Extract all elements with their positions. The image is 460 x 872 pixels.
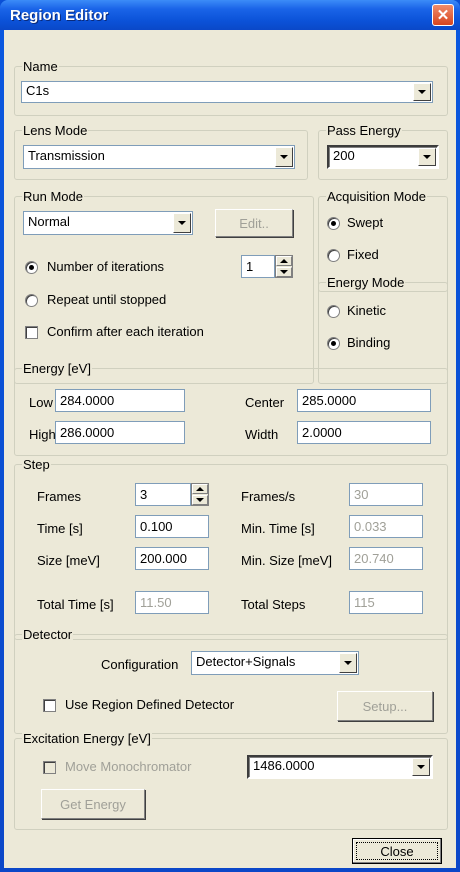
pass-energy-group: Pass Energy 200 — [318, 123, 448, 180]
step-group-label: Step — [22, 457, 51, 472]
edit-button[interactable]: Edit.. — [215, 209, 293, 237]
fps-label: Frames/s — [241, 489, 296, 504]
use-region-detector-checkbox[interactable] — [43, 699, 56, 712]
spin-up-icon[interactable] — [192, 484, 208, 494]
run-mode-label: Run Mode — [22, 189, 84, 204]
configuration-value: Detector+Signals — [196, 654, 296, 669]
fixed-radio[interactable] — [327, 249, 340, 262]
iterations-radio[interactable] — [25, 261, 38, 274]
fixed-label: Fixed — [347, 247, 379, 262]
iterations-input[interactable]: 1 — [241, 255, 275, 278]
use-region-detector-label: Use Region Defined Detector — [65, 697, 235, 712]
spin-down-icon[interactable] — [276, 267, 292, 277]
close-icon: ✕ — [436, 7, 450, 24]
binding-radio[interactable] — [327, 337, 340, 350]
dialog-body: Name C1s Lens Mode Transmission Pass Ene… — [4, 30, 456, 868]
title-bar[interactable]: Region Editor ✕ — [0, 0, 460, 30]
repeat-radio[interactable] — [25, 294, 38, 307]
size-input[interactable]: 200.000 — [135, 547, 209, 570]
close-button[interactable]: Close — [352, 838, 442, 864]
low-label: Low — [29, 395, 53, 410]
excitation-energy-value: 1486.0000 — [253, 758, 315, 773]
swept-label: Swept — [347, 215, 384, 230]
kinetic-radio[interactable] — [327, 305, 340, 318]
frames-input[interactable]: 3 — [135, 483, 191, 506]
width-label: Width — [245, 427, 279, 442]
iterations-label: Number of iterations — [47, 259, 165, 274]
chevron-down-icon[interactable] — [413, 83, 431, 101]
frames-spinner[interactable] — [191, 483, 209, 506]
kinetic-label: Kinetic — [347, 303, 387, 318]
energy-mode-label: Energy Mode — [326, 275, 406, 290]
time-label: Time [s] — [37, 521, 83, 536]
high-input[interactable]: 286.0000 — [55, 421, 185, 444]
confirm-label: Confirm after each iteration — [47, 324, 204, 339]
detector-group-label: Detector — [22, 627, 74, 642]
name-group: Name C1s — [14, 59, 448, 116]
fps-value: 30 — [349, 483, 423, 506]
width-input[interactable]: 2.0000 — [297, 421, 431, 444]
name-combo[interactable]: C1s — [21, 81, 433, 103]
detector-group: Detector Configuration Detector+Signals … — [14, 627, 448, 734]
move-monochromator-label: Move Monochromator — [65, 759, 192, 774]
excitation-energy-combo[interactable]: 1486.0000 — [247, 755, 433, 779]
size-label: Size [meV] — [37, 553, 100, 568]
min-size-value: 20.740 — [349, 547, 423, 570]
name-group-label: Name — [22, 59, 59, 74]
center-label: Center — [245, 395, 285, 410]
lens-mode-group: Lens Mode Transmission — [14, 123, 308, 180]
min-time-value: 0.033 — [349, 515, 423, 538]
iterations-spinner[interactable] — [275, 255, 293, 278]
spin-down-icon[interactable] — [192, 495, 208, 505]
chevron-down-icon[interactable] — [339, 653, 357, 673]
move-monochromator-checkbox[interactable] — [43, 761, 56, 774]
confirm-checkbox[interactable] — [25, 326, 38, 339]
pass-energy-label: Pass Energy — [326, 123, 402, 138]
lens-mode-label: Lens Mode — [22, 123, 89, 138]
min-time-label: Min. Time [s] — [241, 521, 315, 536]
spin-up-icon[interactable] — [276, 256, 292, 266]
name-combo-value: C1s — [26, 83, 50, 98]
total-steps-label: Total Steps — [241, 597, 306, 612]
lens-mode-value: Transmission — [28, 148, 105, 163]
run-mode-value: Normal — [28, 214, 70, 229]
pass-energy-value: 200 — [333, 148, 355, 163]
get-energy-button[interactable]: Get Energy — [41, 789, 145, 819]
excitation-energy-label: Excitation Energy [eV] — [22, 731, 152, 746]
chevron-down-icon[interactable] — [275, 147, 293, 167]
center-input[interactable]: 285.0000 — [297, 389, 431, 412]
min-size-label: Min. Size [meV] — [241, 553, 333, 568]
time-input[interactable]: 0.100 — [135, 515, 209, 538]
configuration-label: Configuration — [101, 657, 179, 672]
acquisition-mode-label: Acquisition Mode — [326, 189, 427, 204]
low-input[interactable]: 284.0000 — [55, 389, 185, 412]
repeat-label: Repeat until stopped — [47, 292, 167, 307]
frames-label: Frames — [37, 489, 82, 504]
step-group: Step Frames 3 Time [s] 0.100 Size [meV] … — [14, 457, 448, 640]
chevron-down-icon[interactable] — [412, 758, 430, 776]
setup-button[interactable]: Setup... — [337, 691, 433, 721]
chevron-down-icon[interactable] — [173, 213, 191, 233]
window-title: Region Editor — [10, 7, 109, 24]
configuration-combo[interactable]: Detector+Signals — [191, 651, 359, 675]
excitation-energy-group: Excitation Energy [eV] Move Monochromato… — [14, 731, 448, 830]
high-label: High — [29, 427, 56, 442]
energy-group: Energy [eV] Low 284.0000 High 286.0000 C… — [14, 361, 448, 456]
total-steps-value: 115 — [349, 591, 423, 614]
run-mode-combo[interactable]: Normal — [23, 211, 193, 235]
energy-group-label: Energy [eV] — [22, 361, 92, 376]
binding-label: Binding — [347, 335, 391, 350]
total-time-value: 11.50 — [135, 591, 209, 614]
region-editor-window: Region Editor ✕ Name C1s Lens Mode Trans… — [0, 0, 460, 872]
pass-energy-combo[interactable]: 200 — [327, 145, 439, 169]
total-time-label: Total Time [s] — [37, 597, 114, 612]
swept-radio[interactable] — [327, 217, 340, 230]
chevron-down-icon[interactable] — [418, 148, 436, 166]
run-mode-group: Run Mode Normal Edit.. Number of iterati… — [14, 189, 314, 384]
close-window-button[interactable]: ✕ — [432, 4, 454, 26]
lens-mode-combo[interactable]: Transmission — [23, 145, 295, 169]
